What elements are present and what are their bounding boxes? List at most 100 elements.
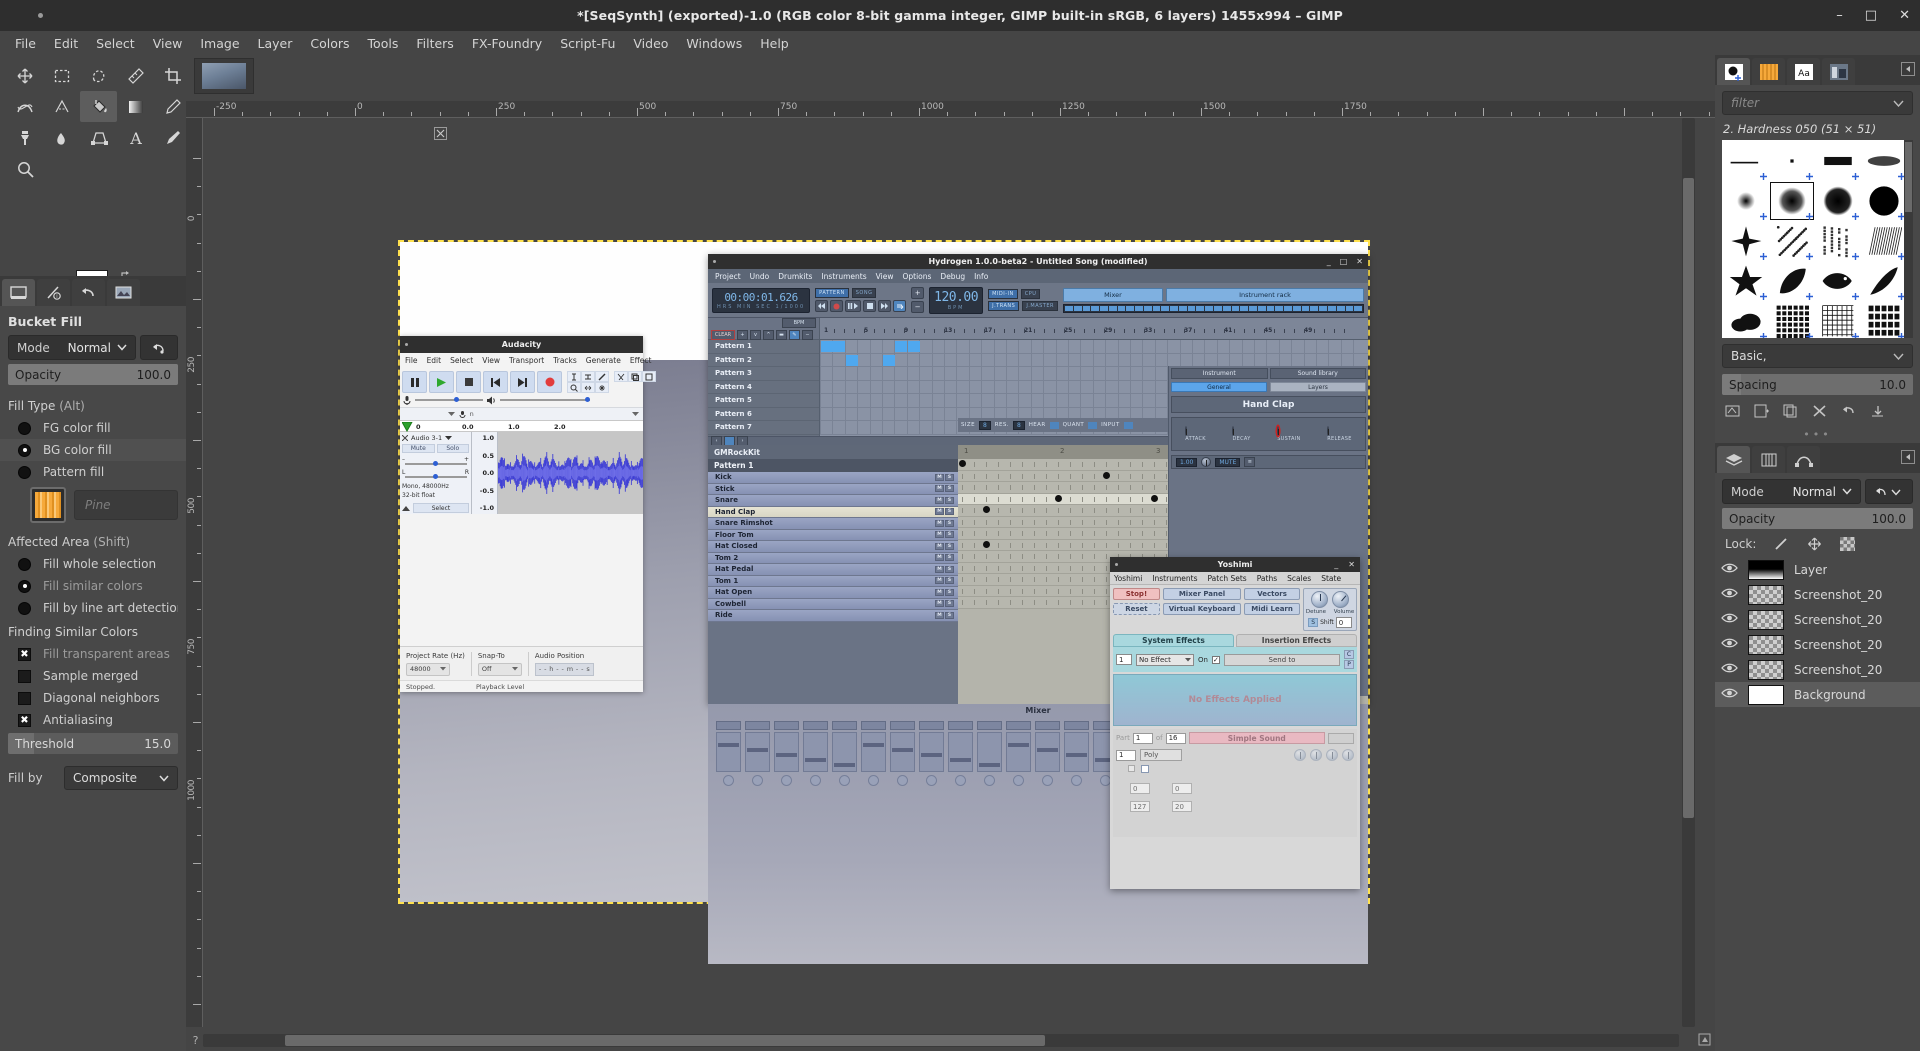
add-pattern-button[interactable]: +	[737, 330, 748, 340]
song-grid-cell[interactable]	[821, 341, 833, 352]
finding-colors-option[interactable]: Diagonal neighbors	[0, 687, 186, 709]
skip-end-button[interactable]	[510, 371, 535, 393]
input-toggle[interactable]	[1124, 422, 1133, 429]
multi-tool-icon[interactable]	[595, 382, 609, 393]
text-tool[interactable]: A	[117, 122, 154, 153]
brushes-tab[interactable]	[1717, 58, 1750, 85]
note[interactable]	[983, 541, 990, 548]
layer-mode-menu-button[interactable]	[1865, 479, 1913, 504]
song-mode-button[interactable]: SONG	[852, 288, 877, 298]
pattern-list-item[interactable]: Pattern 5	[708, 394, 819, 408]
layer-row[interactable]: Screenshot_20	[1715, 607, 1920, 632]
part-extra-button[interactable]	[1328, 733, 1354, 744]
brush-scrollbar[interactable]	[1904, 140, 1913, 338]
mute-button[interactable]: M	[935, 554, 944, 561]
solo-button[interactable]: Solo	[437, 444, 470, 453]
instrument-tab[interactable]: Instrument	[1171, 368, 1268, 379]
instrument-row[interactable]: KickMS	[708, 472, 958, 484]
playback-volume-slider[interactable]	[500, 399, 590, 401]
warp-tool[interactable]	[6, 91, 43, 122]
refresh-brushes-icon[interactable]	[1841, 404, 1856, 418]
song-grid-cell[interactable]	[846, 355, 858, 366]
mute-button[interactable]: M	[935, 612, 944, 619]
instrument-row[interactable]: SnareMS	[708, 495, 958, 507]
effect-index[interactable]: 1	[1116, 654, 1132, 665]
patterns-tab[interactable]	[1752, 58, 1785, 85]
instrument-row[interactable]: StickMS	[708, 484, 958, 496]
minimize-button[interactable]: –	[1836, 9, 1843, 22]
fill-by-select[interactable]: Composite	[64, 766, 178, 790]
solo-button[interactable]: S	[945, 520, 954, 527]
pause-button[interactable]	[402, 371, 427, 393]
lock-position-icon[interactable]	[1807, 537, 1822, 551]
select-button[interactable]: Select	[413, 503, 469, 513]
instrument-name-field[interactable]: Simple Sound	[1189, 732, 1325, 744]
strip-fader[interactable]	[977, 732, 1002, 772]
fill-type-option[interactable]: BG color fill	[0, 439, 186, 461]
zoom-tool[interactable]	[6, 153, 43, 184]
mixer-strip[interactable]	[861, 721, 886, 786]
chevron-down-icon[interactable]	[1893, 100, 1904, 107]
part-knob-3[interactable]	[1326, 749, 1338, 761]
song-ruler[interactable]: 15913172125293337414549	[820, 318, 1368, 339]
strip-fader[interactable]	[832, 732, 857, 772]
hydrogen-menu-drumkits[interactable]: Drumkits	[778, 272, 812, 281]
loop-button[interactable]	[893, 300, 906, 312]
menu-item-video[interactable]: Video	[624, 33, 677, 54]
mute-button[interactable]: M	[935, 485, 944, 492]
bpm-display[interactable]: 120.00 BPM	[929, 287, 983, 314]
knob-icon[interactable]	[1185, 426, 1187, 436]
knob-icon[interactable]	[1277, 426, 1279, 436]
play-button[interactable]	[429, 371, 454, 393]
mixer-strip[interactable]	[977, 721, 1002, 786]
strip-fader[interactable]	[745, 732, 770, 772]
pattern-mode-button[interactable]: PATTERN	[815, 288, 849, 298]
layer-opacity-slider[interactable]: Opacity 100.0	[1722, 508, 1913, 529]
audacity-menu-view[interactable]: View	[482, 356, 500, 365]
move-down-button[interactable]: v	[750, 330, 761, 340]
fonts-tab[interactable]: Aa	[1787, 58, 1820, 85]
bucket-fill-tool[interactable]	[80, 91, 117, 122]
menu-item-script-fu[interactable]: Script-Fu	[551, 33, 624, 54]
dock-grip[interactable]: •••	[1715, 424, 1920, 441]
zoom-indicator[interactable]: ?	[189, 1034, 202, 1047]
collapse-icon[interactable]	[402, 505, 410, 512]
instrument-row[interactable]: RideMS	[708, 610, 958, 622]
note[interactable]	[1151, 495, 1158, 502]
strip-pan-knob[interactable]	[810, 775, 821, 786]
strip-fader[interactable]	[716, 732, 741, 772]
gain-value[interactable]: 1.00	[1176, 458, 1197, 467]
layers-tab[interactable]	[1717, 446, 1750, 473]
mixer-strip[interactable]	[948, 721, 973, 786]
snap-to-select[interactable]: Off	[478, 663, 522, 676]
pattern-list-item[interactable]: Pattern 7	[708, 421, 819, 435]
pattern-edit-button[interactable]: ✎	[789, 330, 800, 340]
instrument-row[interactable]: Hat PedalMS	[708, 564, 958, 576]
res-value[interactable]: 8	[1013, 421, 1025, 430]
jack-master-button[interactable]: J.MASTER	[1022, 301, 1058, 311]
recording-volume-slider[interactable]	[415, 399, 483, 401]
zoom-tool-icon[interactable]	[567, 382, 581, 393]
menu-item-file[interactable]: File	[6, 33, 45, 54]
tool-options-tab[interactable]	[2, 279, 35, 306]
reset-button[interactable]: Reset	[1113, 603, 1160, 615]
mixer-strip[interactable]	[774, 721, 799, 786]
strip-fader[interactable]	[861, 732, 886, 772]
layer-visibility-icon[interactable]	[1721, 662, 1738, 677]
layer-row[interactable]: Background	[1715, 682, 1920, 707]
vertical-ruler[interactable]: 02505007501000	[186, 118, 203, 1027]
skip-start-button[interactable]	[483, 371, 508, 393]
smudge-tool[interactable]	[43, 122, 80, 153]
menu-item-layer[interactable]: Layer	[249, 33, 302, 54]
pattern-name[interactable]: Pine	[74, 490, 178, 520]
play-pause-button[interactable]	[845, 300, 861, 312]
audacity-menu-generate[interactable]: Generate	[586, 356, 621, 365]
layer-row[interactable]: Screenshot_20	[1715, 582, 1920, 607]
vertical-scrollbar[interactable]	[1682, 118, 1695, 1027]
stop-button[interactable]: Stop!	[1113, 588, 1160, 600]
jack-transport-button[interactable]: J.TRANS	[988, 301, 1019, 311]
strip-pan-knob[interactable]	[1071, 775, 1082, 786]
close-button[interactable]: ✕	[1348, 560, 1355, 569]
part-knob-4[interactable]	[1342, 749, 1354, 761]
lock-alpha-icon[interactable]	[1840, 537, 1855, 551]
